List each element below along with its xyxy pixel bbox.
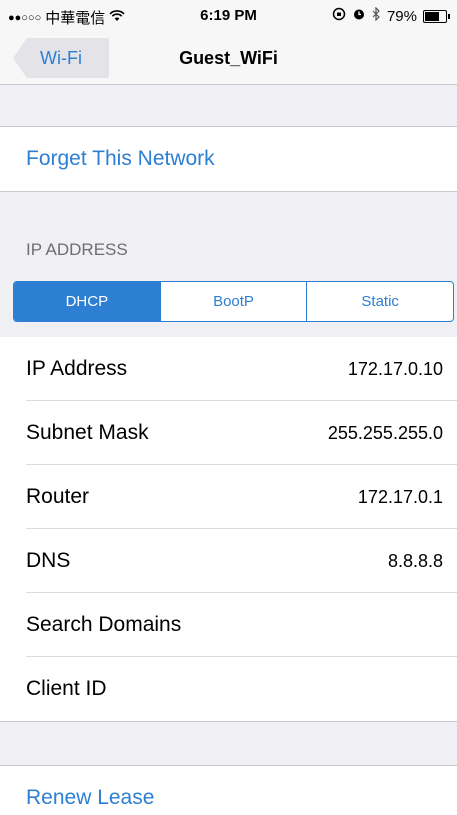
renew-lease-group: Renew Lease [0, 765, 457, 815]
alarm-icon [352, 7, 366, 25]
renew-lease-button[interactable]: Renew Lease [0, 766, 457, 815]
row-label: DNS [26, 549, 71, 572]
router-row[interactable]: Router 172.17.0.1 [0, 465, 457, 529]
forget-network-group: Forget This Network [0, 126, 457, 192]
orientation-lock-icon [332, 7, 346, 25]
ip-address-section-header: IP ADDRESS [26, 240, 128, 259]
row-label: Subnet Mask [26, 421, 149, 444]
battery-fill [425, 11, 439, 21]
dns-row[interactable]: DNS 8.8.8.8 [0, 529, 457, 593]
row-label: Client ID [26, 677, 107, 700]
subnet-mask-row[interactable]: Subnet Mask 255.255.255.0 [0, 401, 457, 465]
client-id-row[interactable]: Client ID [0, 657, 457, 721]
row-value: 255.255.255.0 [327, 422, 443, 443]
row-label: Router [26, 485, 90, 508]
ip-address-row[interactable]: IP Address 172.17.0.10 [0, 337, 457, 401]
battery-icon [423, 9, 450, 23]
status-bar: ●●○○○ 中華電信 6:19 PM 79% [0, 0, 457, 32]
search-domains-row[interactable]: Search Domains [0, 593, 457, 657]
row-value: 172.17.0.1 [357, 486, 443, 507]
row-label: IP Address [26, 357, 128, 380]
status-right: 79% [332, 6, 450, 25]
segment-bootp[interactable]: BootP [159, 282, 307, 321]
forget-network-button[interactable]: Forget This Network [0, 127, 457, 191]
row-label: Search Domains [26, 613, 182, 636]
page-title: Guest_WiFi [179, 48, 278, 68]
row-value: 172.17.0.10 [347, 358, 443, 379]
battery-percent: 79% [386, 7, 417, 25]
navigation-bar: Wi-Fi Guest_WiFi [0, 32, 457, 85]
segment-dhcp[interactable]: DHCP [14, 282, 160, 321]
bluetooth-icon [372, 6, 381, 25]
row-value: 8.8.8.8 [387, 550, 443, 571]
ip-mode-segmented-control: DHCP BootP Static [13, 281, 454, 322]
segment-static[interactable]: Static [306, 282, 453, 321]
ip-details-list: IP Address 172.17.0.10 Subnet Mask 255.2… [0, 337, 457, 722]
